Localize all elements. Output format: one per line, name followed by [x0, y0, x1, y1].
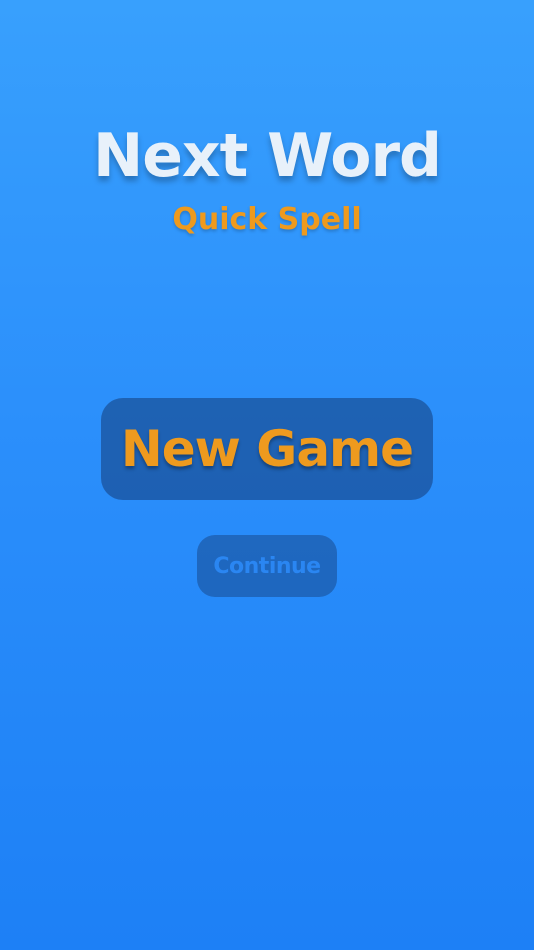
new-game-button[interactable]: New Game [101, 398, 433, 500]
game-subtitle: Quick Spell [172, 202, 362, 237]
game-title: Next Word [93, 121, 442, 191]
continue-label: Continue [213, 553, 321, 579]
new-game-label: New Game [120, 420, 414, 478]
continue-button[interactable]: Continue [197, 535, 337, 597]
title-screen: Next Word Quick Spell New Game Continue [0, 0, 534, 950]
